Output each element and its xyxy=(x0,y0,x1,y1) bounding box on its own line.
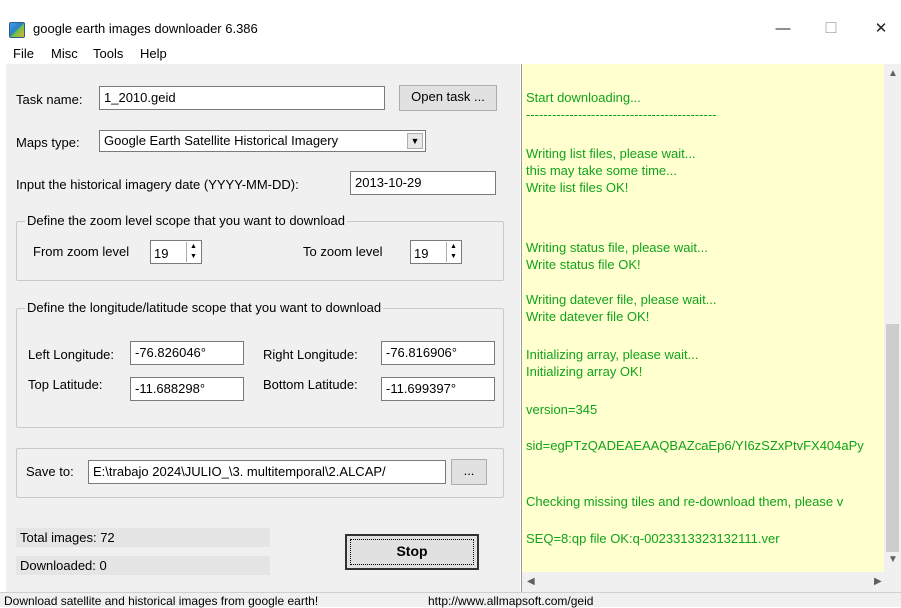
zoom-group: Define the zoom level scope that you wan… xyxy=(16,213,504,281)
app-icon xyxy=(9,22,25,38)
total-images-status: Total images: 72 xyxy=(16,528,270,547)
scroll-left-icon[interactable]: ◀ xyxy=(527,576,535,587)
zoom-group-title: Define the zoom level scope that you wan… xyxy=(25,213,347,228)
menu-tools[interactable]: Tools xyxy=(93,46,123,61)
save-path-input[interactable]: E:\trabajo 2024\JULIO_\3. multitemporal\… xyxy=(88,460,446,484)
top-latitude-label: Top Latitude: xyxy=(28,377,103,392)
log-line: Writing status file, please wait... xyxy=(526,240,708,255)
task-name-input[interactable]: 1_2010.geid xyxy=(99,86,385,110)
top-latitude-input[interactable]: -11.688298° xyxy=(130,377,244,401)
right-longitude-label: Right Longitude: xyxy=(263,347,358,362)
log-line: Initializing array OK! xyxy=(526,364,643,379)
from-zoom-value: 19 xyxy=(154,246,169,261)
log-line: sid=egPTzQADEAEAAQBAZcaEp6/YI6zSZxPtvFX4… xyxy=(526,438,864,453)
menu-misc[interactable]: Misc xyxy=(51,46,78,61)
task-name-label: Task name: xyxy=(16,92,83,107)
settings-panel: Task name: 1_2010.geid Open task ... Map… xyxy=(6,64,520,592)
to-zoom-stepper[interactable]: 19 ▲ ▼ xyxy=(410,240,462,264)
minimize-button[interactable]: — xyxy=(773,20,793,38)
log-text-area[interactable]: Start downloading... -------------------… xyxy=(522,64,885,572)
bottom-latitude-label: Bottom Latitude: xyxy=(263,377,358,392)
from-zoom-label: From zoom level xyxy=(33,244,130,259)
log-line: Write list files OK! xyxy=(526,180,629,195)
log-panel: Start downloading... -------------------… xyxy=(521,64,901,592)
menu-file[interactable]: File xyxy=(13,46,34,61)
menu-bar: File Misc Tools Help xyxy=(0,44,901,64)
maps-type-value: Google Earth Satellite Historical Imager… xyxy=(104,133,339,148)
stop-button[interactable]: Stop xyxy=(345,534,479,570)
title-bar: google earth images downloader 6.386 — ☐… xyxy=(0,0,901,40)
left-longitude-input[interactable]: -76.826046° xyxy=(130,341,244,365)
window-title: google earth images downloader 6.386 xyxy=(33,21,258,36)
log-line: this may take some time... xyxy=(526,163,677,178)
close-button[interactable]: ✕ xyxy=(871,20,891,38)
log-line: Initializing array, please wait... xyxy=(526,347,699,362)
status-message: Download satellite and historical images… xyxy=(4,594,319,608)
status-url: http://www.allmapsoft.com/geid xyxy=(428,594,594,608)
bottom-latitude-input[interactable]: -11.699397° xyxy=(381,377,495,401)
save-group: Save to: E:\trabajo 2024\JULIO_\3. multi… xyxy=(16,448,504,498)
menu-help[interactable]: Help xyxy=(140,46,167,61)
log-line: Start downloading... xyxy=(526,90,641,105)
log-line: Write datever file OK! xyxy=(526,309,650,324)
to-zoom-label: To zoom level xyxy=(303,244,383,259)
focus-rect xyxy=(350,539,474,565)
spin-arrows-icon[interactable]: ▲ ▼ xyxy=(186,242,200,262)
log-line: Writing list files, please wait... xyxy=(526,146,696,161)
log-line: version=345 xyxy=(526,402,598,417)
log-line: Write status file OK! xyxy=(526,257,641,272)
log-line: ----------------------------------------… xyxy=(526,107,717,122)
save-to-label: Save to: xyxy=(26,464,74,479)
chevron-down-icon[interactable]: ▼ xyxy=(407,133,423,149)
scroll-down-icon[interactable]: ▼ xyxy=(888,554,898,565)
browse-button[interactable]: ... xyxy=(451,459,487,485)
maps-type-select[interactable]: Google Earth Satellite Historical Imager… xyxy=(99,130,426,152)
coords-group: Define the longitude/latitude scope that… xyxy=(16,300,504,428)
scroll-right-icon[interactable]: ▶ xyxy=(874,576,882,587)
log-line: Writing datever file, please wait... xyxy=(526,292,717,307)
open-task-button[interactable]: Open task ... xyxy=(399,85,497,111)
scroll-thumb[interactable] xyxy=(886,324,899,552)
maximize-button[interactable]: ☐ xyxy=(821,20,841,38)
horizontal-scrollbar[interactable]: ◀ ▶ xyxy=(522,572,901,592)
date-label: Input the historical imagery date (YYYY-… xyxy=(16,177,299,192)
maps-type-label: Maps type: xyxy=(16,135,80,150)
downloaded-status: Downloaded: 0 xyxy=(16,556,270,575)
right-longitude-input[interactable]: -76.816906° xyxy=(381,341,495,365)
log-line: Checking missing tiles and re-download t… xyxy=(526,494,844,509)
from-zoom-stepper[interactable]: 19 ▲ ▼ xyxy=(150,240,202,264)
log-line: SEQ=8:qp file OK:q-0023313323132111.ver xyxy=(526,531,780,546)
spin-arrows-icon[interactable]: ▲ ▼ xyxy=(446,242,460,262)
coords-group-title: Define the longitude/latitude scope that… xyxy=(25,300,384,315)
vertical-scrollbar[interactable]: ▲ ▼ xyxy=(884,64,901,572)
to-zoom-value: 19 xyxy=(414,246,429,261)
date-input[interactable]: 2013-10-29 xyxy=(350,171,496,195)
status-bar: Download satellite and historical images… xyxy=(0,592,901,608)
scroll-up-icon[interactable]: ▲ xyxy=(888,68,898,79)
left-longitude-label: Left Longitude: xyxy=(28,347,115,362)
